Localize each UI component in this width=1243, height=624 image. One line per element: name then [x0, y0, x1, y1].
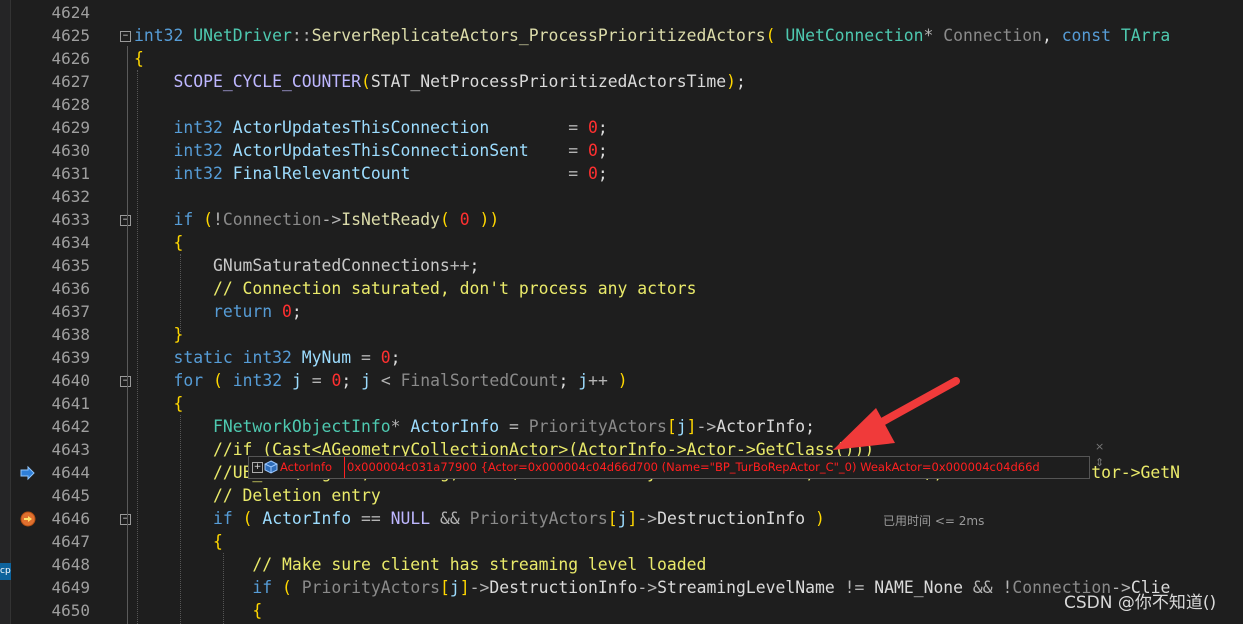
watermark: CSDN @你不知道() — [1064, 593, 1217, 613]
red-arrow-annotation — [833, 377, 960, 450]
code-editor[interactable]: cp 4624 4625− int32 UNetDriver::ServerRepl… — [0, 0, 1243, 624]
